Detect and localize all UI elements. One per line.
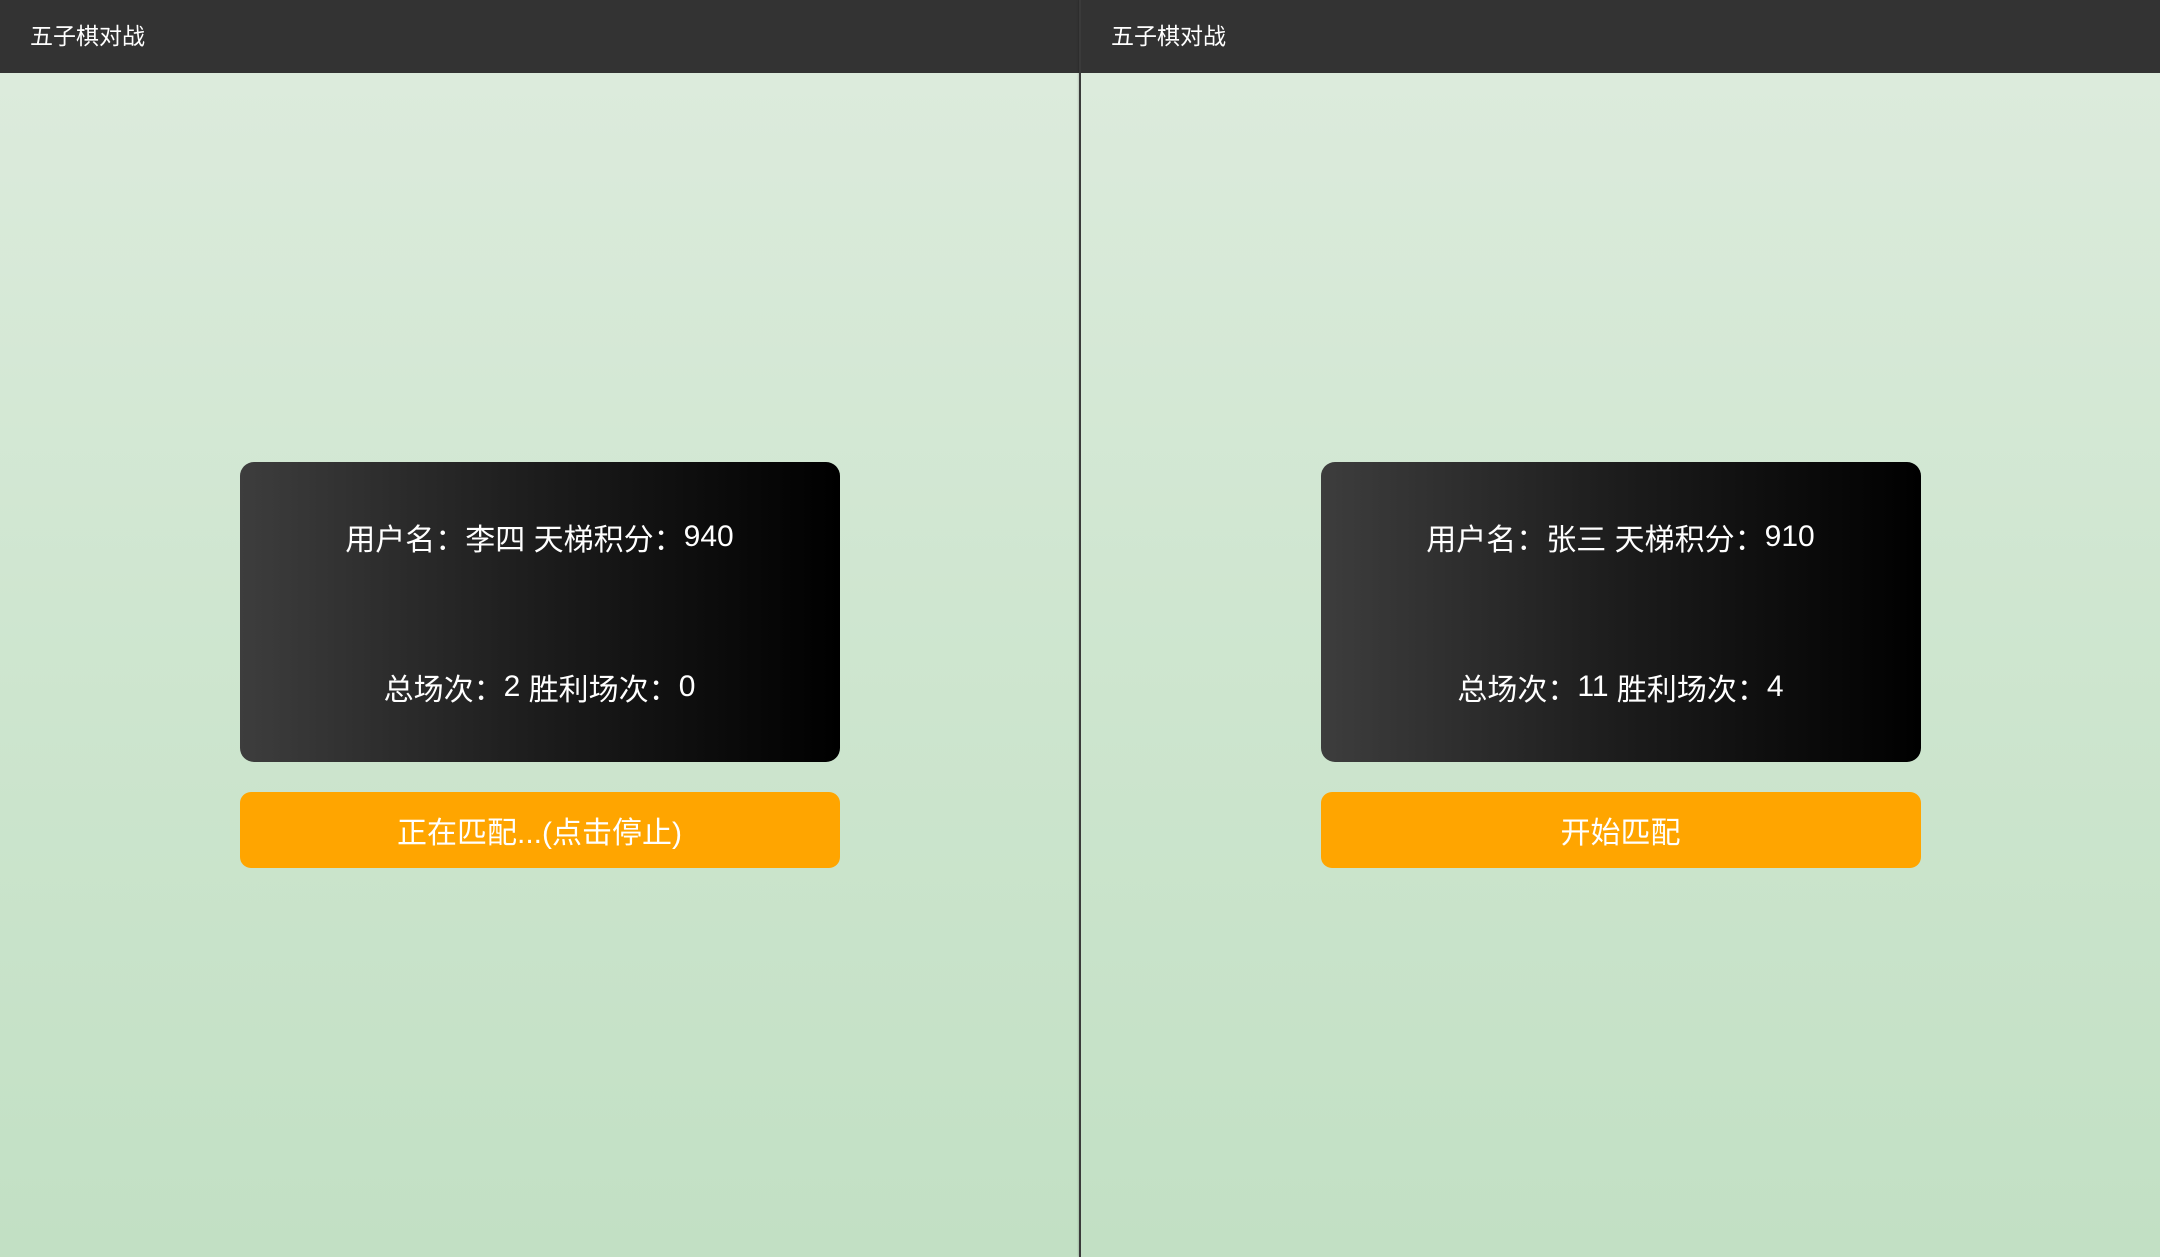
app-header: 五子棋对战 [0, 0, 1079, 73]
wins-label: 胜利场次： [528, 674, 679, 707]
app-header: 五子棋对战 [1081, 0, 2160, 73]
username-label: 用户名： [345, 524, 466, 557]
score-label: 天梯积分： [1614, 524, 1765, 557]
stop-matching-button[interactable]: 正在匹配...(点击停止) [239, 792, 840, 868]
wins-label: 胜利场次： [1616, 674, 1767, 707]
app-title: 五子棋对战 [1111, 23, 1226, 49]
wins-value: 4 [1766, 670, 1784, 703]
app-body: 用户名： 张三 天梯积分： 910 总场次： 11 胜利场次： 4 开始匹配 [1081, 73, 2160, 1257]
user-info-row-name-score: 用户名： 李四 天梯积分： 940 [240, 462, 840, 612]
user-info-card: 用户名： 李四 天梯积分： 940 总场次： 2 胜利场次： 0 [239, 462, 840, 762]
total-games-value: 11 [1577, 670, 1609, 703]
start-matching-button[interactable]: 开始匹配 [1320, 792, 1921, 868]
wins-value: 0 [678, 670, 696, 703]
username-label: 用户名： [1426, 524, 1547, 557]
score-value: 940 [683, 520, 734, 553]
user-info-row-games: 总场次： 2 胜利场次： 0 [240, 612, 840, 762]
score-label: 天梯积分： [533, 524, 684, 557]
game-window-right: 五子棋对战 用户名： 张三 天梯积分： 910 总场次： 11 胜利场次： 4 开始匹配 [1081, 0, 2160, 1257]
user-info-row-games: 总场次： 11 胜利场次： 4 [1321, 612, 1921, 762]
total-games-label: 总场次： [1457, 674, 1578, 707]
username-value: 张三 [1546, 524, 1607, 557]
score-value: 910 [1764, 520, 1815, 553]
total-games-value: 2 [503, 670, 521, 703]
user-info-row-name-score: 用户名： 张三 天梯积分： 910 [1321, 462, 1921, 612]
total-games-label: 总场次： [383, 674, 504, 707]
user-info-card: 用户名： 张三 天梯积分： 910 总场次： 11 胜利场次： 4 [1320, 462, 1921, 762]
game-window-left: 五子棋对战 用户名： 李四 天梯积分： 940 总场次： 2 胜利场次： 0 正在匹配...… [0, 0, 1079, 1257]
app-body: 用户名： 李四 天梯积分： 940 总场次： 2 胜利场次： 0 正在匹配...(点击停止) [0, 73, 1079, 1257]
username-value: 李四 [465, 524, 526, 557]
screen: 五子棋对战 用户名： 李四 天梯积分： 940 总场次： 2 胜利场次： 0 正在匹配...… [0, 0, 2160, 1257]
app-title: 五子棋对战 [30, 23, 145, 49]
